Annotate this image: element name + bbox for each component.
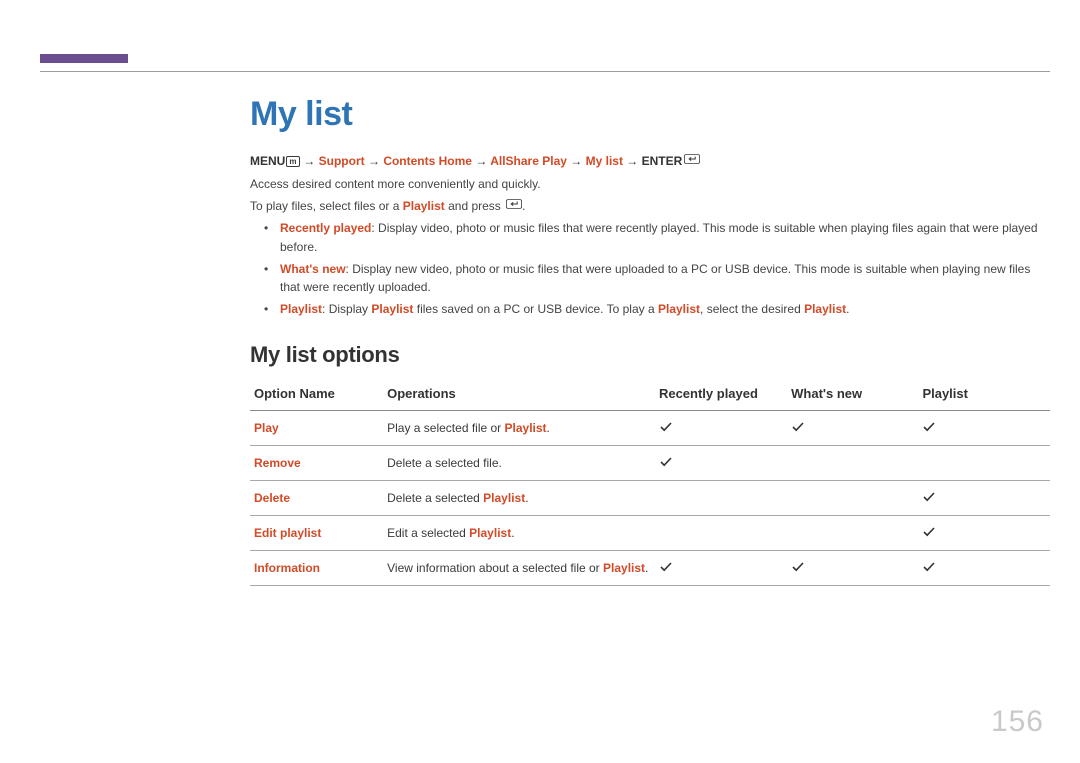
content-area: My list MENUm → Support → Contents Home …: [250, 95, 1050, 586]
page: My list MENUm → Support → Contents Home …: [0, 0, 1080, 763]
breadcrumb-enter: ENTER: [642, 154, 683, 168]
table-header-cell: What's new: [787, 374, 918, 411]
operations-cell: View information about a selected file o…: [383, 551, 655, 586]
check-icon: [791, 561, 805, 573]
enter-icon: [684, 154, 700, 164]
page-number: 156: [991, 705, 1044, 739]
intro-bullets: Recently played: Display video, photo or…: [250, 219, 1050, 318]
intro-line2-prefix: To play files, select files or a: [250, 199, 403, 213]
table-header-cell: Playlist: [918, 374, 1050, 411]
table-row: InformationView information about a sele…: [250, 551, 1050, 586]
check-icon: [922, 421, 936, 433]
check-cell: [655, 481, 787, 516]
option-name-cell: Play: [250, 411, 383, 446]
check-cell: [787, 551, 918, 586]
intro-line-1: Access desired content more conveniently…: [250, 175, 1050, 194]
check-icon: [659, 421, 673, 433]
check-icon: [791, 421, 805, 433]
option-name-cell: Edit playlist: [250, 516, 383, 551]
table-row: RemoveDelete a selected file.: [250, 446, 1050, 481]
check-cell: [655, 551, 787, 586]
list-item: Recently played: Display video, photo or…: [250, 219, 1050, 256]
operations-cell: Edit a selected Playlist.: [383, 516, 655, 551]
check-cell: [787, 411, 918, 446]
operations-cell: Delete a selected Playlist.: [383, 481, 655, 516]
check-icon: [922, 526, 936, 538]
intro-line2-suffix: and press: [445, 199, 504, 213]
bullet-lead: What's new: [280, 262, 346, 276]
check-cell: [918, 446, 1050, 481]
check-cell: [918, 481, 1050, 516]
option-name-cell: Information: [250, 551, 383, 586]
enter-icon: [506, 199, 522, 209]
check-cell: [918, 516, 1050, 551]
option-name-cell: Remove: [250, 446, 383, 481]
check-cell: [787, 446, 918, 481]
check-cell: [918, 411, 1050, 446]
list-item: Playlist: Display Playlist files saved o…: [250, 300, 1050, 319]
check-icon: [922, 491, 936, 503]
check-icon: [659, 456, 673, 468]
intro-line-2: To play files, select files or a Playlis…: [250, 197, 1050, 216]
check-cell: [918, 551, 1050, 586]
table-header-cell: Option Name: [250, 374, 383, 411]
operations-cell: Delete a selected file.: [383, 446, 655, 481]
table-header-row: Option NameOperationsRecently playedWhat…: [250, 374, 1050, 411]
check-cell: [655, 516, 787, 551]
list-item: What's new: Display new video, photo or …: [250, 260, 1050, 297]
breadcrumb-menu: MENU: [250, 154, 285, 168]
breadcrumb-support: Support: [319, 154, 365, 168]
option-name-cell: Delete: [250, 481, 383, 516]
menu-icon: m: [286, 156, 300, 167]
intro-line2-accent: Playlist: [403, 199, 445, 213]
intro-block: Access desired content more conveniently…: [250, 175, 1050, 318]
section-title-options: My list options: [250, 342, 1050, 368]
page-title: My list: [250, 95, 1050, 134]
breadcrumb: MENUm → Support → Contents Home → AllSha…: [250, 152, 1050, 171]
table-row: Edit playlistEdit a selected Playlist.: [250, 516, 1050, 551]
check-cell: [787, 516, 918, 551]
breadcrumb-allshare-play: AllShare Play: [490, 154, 567, 168]
side-tab: [40, 54, 128, 63]
table-header-cell: Operations: [383, 374, 655, 411]
table-row: DeleteDelete a selected Playlist.: [250, 481, 1050, 516]
breadcrumb-contents-home: Contents Home: [383, 154, 472, 168]
top-rule: [40, 71, 1050, 72]
check-icon: [922, 561, 936, 573]
table-header-cell: Recently played: [655, 374, 787, 411]
breadcrumb-my-list: My list: [586, 154, 623, 168]
options-table: Option NameOperationsRecently playedWhat…: [250, 374, 1050, 586]
check-icon: [659, 561, 673, 573]
check-cell: [655, 446, 787, 481]
bullet-lead: Playlist: [280, 302, 322, 316]
table-row: PlayPlay a selected file or Playlist.: [250, 411, 1050, 446]
bullet-lead: Recently played: [280, 221, 371, 235]
check-cell: [655, 411, 787, 446]
check-cell: [787, 481, 918, 516]
operations-cell: Play a selected file or Playlist.: [383, 411, 655, 446]
